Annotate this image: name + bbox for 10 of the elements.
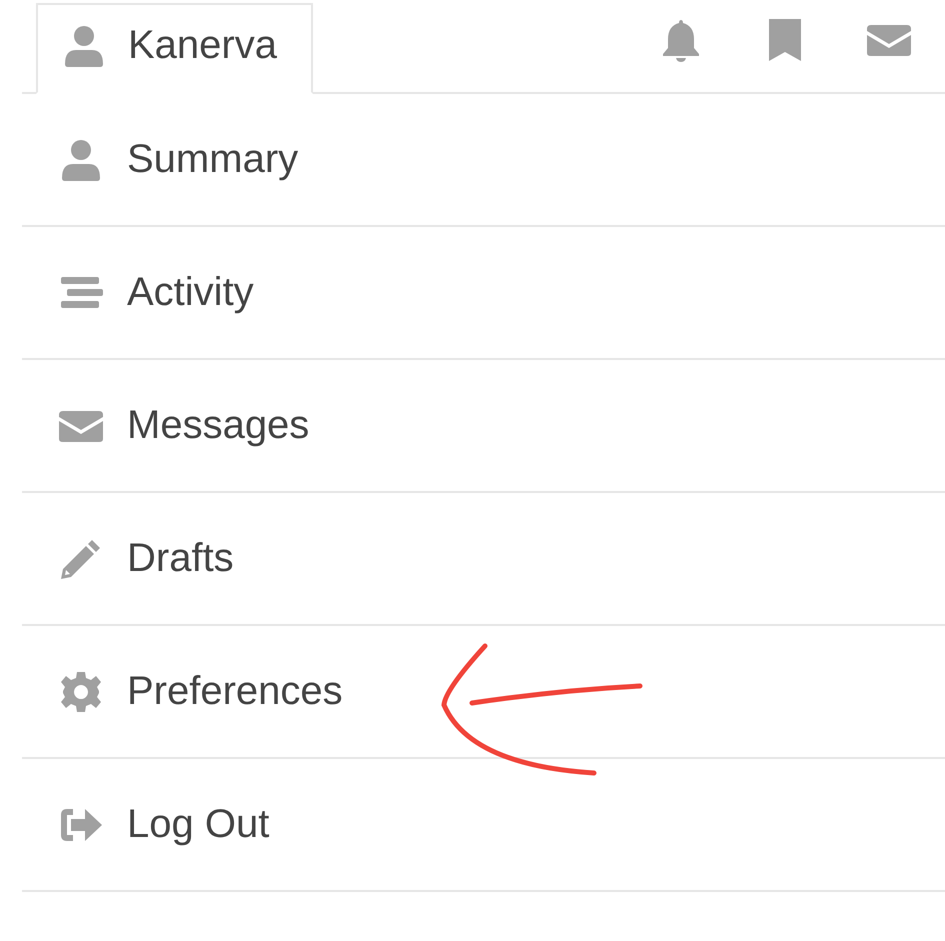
person-icon xyxy=(59,138,103,182)
menu-item[interactable]: Messages xyxy=(22,360,945,493)
user-tab[interactable]: Kanerva xyxy=(36,3,313,94)
menu-item[interactable]: Drafts xyxy=(22,493,945,626)
person-icon xyxy=(62,24,106,68)
menu-item[interactable]: Log Out xyxy=(22,759,945,892)
menu-item[interactable]: Summary xyxy=(22,94,945,227)
menu-item[interactable]: Preferences xyxy=(22,626,945,759)
settings-icon xyxy=(59,670,103,714)
menu-item[interactable]: Activity xyxy=(22,227,945,360)
